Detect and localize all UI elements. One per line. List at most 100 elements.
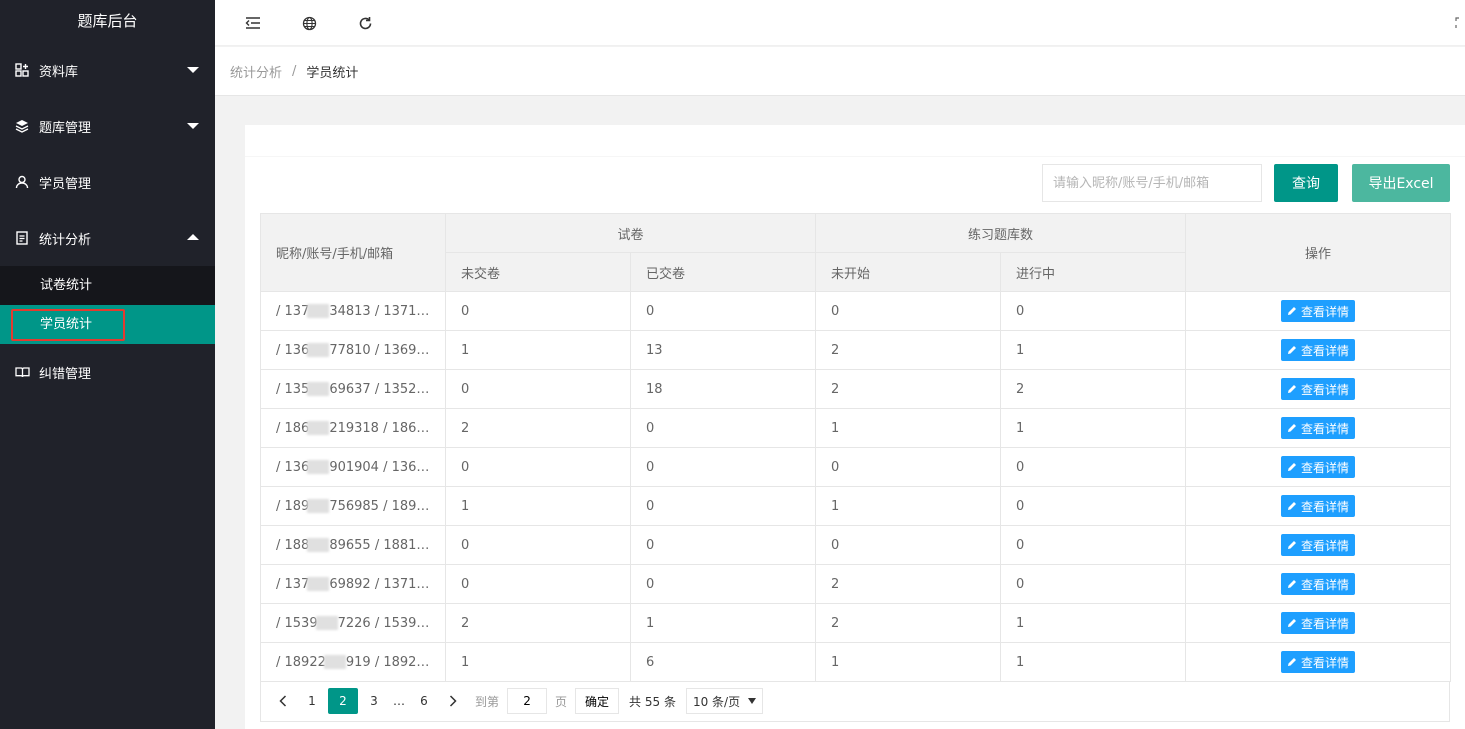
sidebar-subitem-student-stats[interactable]: 学员统计 xyxy=(0,305,215,344)
view-detail-button[interactable]: 查看详情 xyxy=(1281,573,1356,595)
view-detail-button[interactable]: 查看详情 xyxy=(1281,612,1356,634)
cell-practice-in-progress: 1 xyxy=(1000,603,1187,643)
cell-operation: 查看详情 xyxy=(1185,408,1452,448)
cell-account: / 18922 919 / 1892… xyxy=(260,642,446,682)
goto-confirm-button[interactable]: 确定 xyxy=(575,688,620,714)
redacted-mask xyxy=(323,655,346,669)
sidebar-item-label: 资料库 xyxy=(39,64,79,80)
search-input[interactable] xyxy=(1042,164,1262,202)
edit-pen-icon xyxy=(1287,462,1297,472)
sidebar-item-library[interactable]: 资料库 xyxy=(0,42,215,98)
page-2-current[interactable]: 2 xyxy=(328,688,358,714)
cell-operation: 查看详情 xyxy=(1185,525,1452,565)
table-row: / 186 219318 / 1861… 2 0 1 1 查看详情 xyxy=(260,408,1452,448)
cell-account: / 189 756985 / 1892… xyxy=(260,486,446,526)
page-6[interactable]: 6 xyxy=(410,688,438,714)
caret-down-icon xyxy=(187,123,199,129)
cell-paper-submitted: 1 xyxy=(629,603,817,643)
cell-practice-not-started: 2 xyxy=(815,330,1002,370)
cell-practice-not-started: 2 xyxy=(815,603,1002,643)
cell-paper-submitted: 0 xyxy=(629,486,817,526)
redacted-mask xyxy=(307,304,330,318)
table-row: / 188 89655 / 1881… 0 0 0 0 查看详情 xyxy=(260,525,1452,565)
view-detail-button[interactable]: 查看详情 xyxy=(1281,378,1356,400)
cell-operation: 查看详情 xyxy=(1185,291,1452,331)
view-detail-button[interactable]: 查看详情 xyxy=(1281,417,1356,439)
table-body: / 137 34813 / 1371… 0 0 0 0 查看详情/ 136 77810 / 1… xyxy=(260,291,1452,682)
view-detail-button[interactable]: 查看详情 xyxy=(1281,534,1356,556)
cell-paper-unsubmitted: 0 xyxy=(445,291,631,331)
redacted-mask xyxy=(307,577,330,591)
dropdown-arrow-icon xyxy=(748,698,757,704)
table-row: / 136 77810 / 1369… 1 13 2 1 查看详情 xyxy=(260,330,1452,370)
student-stats-table: 昵称/账号/手机/邮箱 试卷 练习题库数 操作 未交卷 已交卷 未开始 进行中 … xyxy=(260,213,1452,682)
page-3[interactable]: 3 xyxy=(360,688,388,714)
cell-practice-in-progress: 0 xyxy=(1000,447,1187,487)
sidebar-item-error-correction[interactable]: 纠错管理 xyxy=(0,344,215,400)
next-page-icon[interactable] xyxy=(439,688,467,714)
query-button[interactable]: 查询 xyxy=(1274,164,1338,202)
view-detail-button[interactable]: 查看详情 xyxy=(1281,495,1356,517)
sidebar-item-label: 学员管理 xyxy=(39,176,92,192)
edit-pen-icon xyxy=(1287,306,1297,316)
header-account: 昵称/账号/手机/邮箱 xyxy=(260,213,446,292)
globe-icon[interactable] xyxy=(299,13,319,33)
goto-page-input[interactable] xyxy=(507,688,548,714)
header-paper-unsubmitted: 未交卷 xyxy=(445,252,631,292)
cell-operation: 查看详情 xyxy=(1185,330,1452,370)
cell-practice-not-started: 1 xyxy=(815,408,1002,448)
view-detail-button[interactable]: 查看详情 xyxy=(1281,300,1356,322)
card-header xyxy=(245,125,1465,157)
breadcrumb-parent[interactable]: 统计分析 xyxy=(230,62,282,81)
sidebar-item-question-bank[interactable]: 题库管理 xyxy=(0,98,215,154)
sidebar-item-label: 统计分析 xyxy=(39,232,92,248)
top-bar xyxy=(215,0,1465,46)
menu-fold-icon[interactable] xyxy=(243,13,263,33)
page-size-select[interactable]: 10 条/页 xyxy=(685,688,764,714)
fullscreen-icon[interactable] xyxy=(1453,13,1465,33)
cell-paper-unsubmitted: 1 xyxy=(445,642,631,682)
cell-practice-in-progress: 0 xyxy=(1000,564,1187,604)
cell-paper-submitted: 6 xyxy=(629,642,817,682)
cell-practice-not-started: 2 xyxy=(815,564,1002,604)
cell-practice-in-progress: 2 xyxy=(1000,369,1187,409)
cell-practice-in-progress: 1 xyxy=(1000,642,1187,682)
cell-paper-unsubmitted: 2 xyxy=(445,408,631,448)
cell-paper-unsubmitted: 0 xyxy=(445,525,631,565)
view-detail-button[interactable]: 查看详情 xyxy=(1281,456,1356,478)
grid-icon xyxy=(14,62,30,78)
sidebar-item-students[interactable]: 学员管理 xyxy=(0,154,215,210)
table-row: / 136 901904 / 1364… 0 0 0 0 查看详情 xyxy=(260,447,1452,487)
cell-paper-unsubmitted: 1 xyxy=(445,330,631,370)
cell-paper-submitted: 0 xyxy=(629,408,817,448)
edit-pen-icon xyxy=(1287,345,1297,355)
sidebar-item-statistics[interactable]: 统计分析 xyxy=(0,210,215,266)
view-detail-button[interactable]: 查看详情 xyxy=(1281,651,1356,673)
cell-operation: 查看详情 xyxy=(1185,642,1452,682)
caret-up-icon xyxy=(187,234,199,240)
edit-pen-icon xyxy=(1287,384,1297,394)
caret-down-icon xyxy=(187,67,199,73)
statistics-submenu: 试卷统计 学员统计 xyxy=(0,266,215,344)
redacted-mask xyxy=(315,616,338,630)
view-detail-button[interactable]: 查看详情 xyxy=(1281,339,1356,361)
prev-page-icon[interactable] xyxy=(269,688,297,714)
sidebar-subitem-paper-stats[interactable]: 试卷统计 xyxy=(0,266,215,305)
cell-practice-not-started: 0 xyxy=(815,291,1002,331)
cell-paper-submitted: 0 xyxy=(629,525,817,565)
cell-account: / 1539 7226 / 1539… xyxy=(260,603,446,643)
cell-paper-submitted: 0 xyxy=(629,447,817,487)
cell-paper-unsubmitted: 2 xyxy=(445,603,631,643)
refresh-icon[interactable] xyxy=(355,13,375,33)
cell-paper-submitted: 13 xyxy=(629,330,817,370)
cell-practice-not-started: 0 xyxy=(815,447,1002,487)
cell-account: / 186 219318 / 1861… xyxy=(260,408,446,448)
export-excel-button[interactable]: 导出Excel xyxy=(1352,164,1450,202)
breadcrumb-separator: / xyxy=(292,63,297,79)
cell-account: / 137 34813 / 1371… xyxy=(260,291,446,331)
cell-paper-unsubmitted: 1 xyxy=(445,486,631,526)
user-icon xyxy=(14,174,30,190)
cell-account: / 137 69892 / 1371… xyxy=(260,564,446,604)
page-1[interactable]: 1 xyxy=(298,688,326,714)
cell-practice-in-progress: 0 xyxy=(1000,525,1187,565)
